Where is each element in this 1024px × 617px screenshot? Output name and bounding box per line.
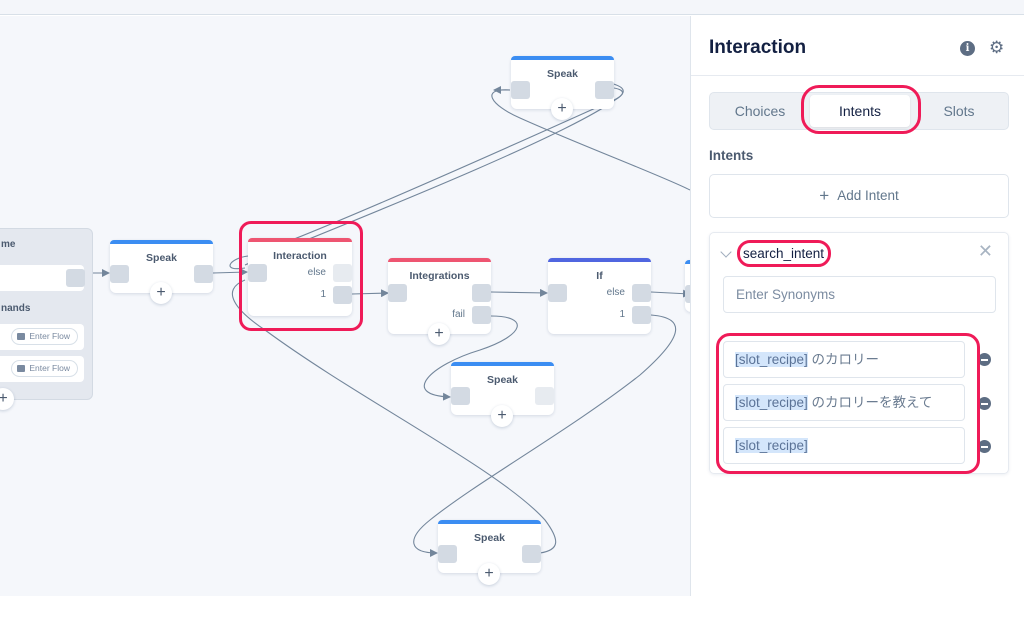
intent-card: search_intent ✕ [slot_recipe] のカロリー [slo… [709,232,1009,474]
add-step-button[interactable]: + [478,563,500,585]
port-label-1: 1 [619,309,625,320]
add-step-button[interactable]: + [428,323,450,345]
info-icon[interactable]: i [960,41,975,56]
input-port[interactable] [548,284,567,302]
node-title: Speak [146,252,177,264]
intent-name[interactable]: search_intent [743,246,824,261]
output-port-else[interactable] [632,284,651,302]
utterance-input[interactable]: [slot_recipe] [723,427,965,464]
tab-intents[interactable]: Intents [810,95,910,127]
port-label-else: else [307,267,326,278]
link-if-1-to-speak-bottom [413,314,677,557]
command-row: Enter Flow [0,324,84,350]
add-step-button[interactable]: + [491,405,513,427]
utterance-text: のカロリー [807,352,880,367]
input-port[interactable] [451,387,470,405]
node-title: Speak [487,374,518,386]
tab-slots[interactable]: Slots [910,93,1008,129]
flow-icon [17,333,26,340]
port-label-fail: fail [452,309,465,320]
start-block[interactable]: me nands Enter Flow Enter Flow [0,228,93,400]
tab-bar: Choices Intents Slots [709,92,1009,130]
output-port[interactable] [194,265,213,283]
output-port-fail[interactable] [472,306,491,324]
output-port[interactable] [595,81,614,99]
remove-utterance-icon[interactable] [978,397,991,410]
port-label-1: 1 [320,289,326,300]
link-speak-to-interaction [212,268,248,277]
commands-section-label: nands [1,303,31,314]
gear-icon[interactable]: ⚙ [989,39,1006,56]
add-step-button[interactable]: + [150,282,172,304]
synonyms-input[interactable] [723,276,996,313]
input-port[interactable] [388,284,407,302]
tab-choices[interactable]: Choices [710,93,810,129]
start-row [0,265,85,291]
output-port-success[interactable] [472,284,491,302]
node-title: Interaction [273,250,327,262]
input-port[interactable] [248,264,267,282]
slot-tag: [slot_recipe] [735,395,808,410]
node-title: Speak [547,68,578,80]
command-row: Enter Flow [0,356,84,382]
link-interaction-to-integrations [351,289,389,298]
output-port[interactable] [535,387,554,405]
interaction-editor-panel: Interaction i ⚙ Choices Intents Slots In… [690,16,1024,596]
start-section-label: me [1,239,16,250]
node-color-bar [110,240,213,244]
remove-utterance-icon[interactable] [978,440,991,453]
plus-icon: + [819,186,830,205]
slot-tag: [slot_recipe] [735,438,808,453]
intents-section-label: Intents [709,148,754,163]
enter-flow-button[interactable]: Enter Flow [11,360,78,377]
flow-canvas[interactable]: me nands Enter Flow Enter Flow + Speak +… [0,16,690,596]
node-color-bar [438,520,541,524]
node-color-bar [451,362,554,366]
node-color-bar [388,258,491,262]
output-port-1[interactable] [333,286,352,304]
slot-tag: [slot_recipe] [735,352,808,367]
top-bar [0,0,1024,15]
output-port-else[interactable] [333,264,352,282]
utterance-text: のカロリーを教えて [807,395,933,410]
utterance-input[interactable]: [slot_recipe] のカロリー [723,341,965,378]
port-label-else: else [606,287,625,298]
if-node[interactable]: If else 1 [548,258,651,334]
chevron-down-icon[interactable] [720,246,732,258]
input-port[interactable] [110,265,129,283]
start-output-port[interactable] [66,269,85,287]
add-step-button[interactable]: + [551,98,573,120]
link-integrations-to-if [490,288,548,297]
node-color-bar [248,238,352,242]
node-title: Speak [474,532,505,544]
node-title: Integrations [409,270,470,282]
remove-utterance-icon[interactable] [978,353,991,366]
node-color-bar [511,56,614,60]
node-color-bar [548,258,651,262]
interaction-node[interactable]: Interaction else 1 [248,238,352,316]
input-port[interactable] [511,81,530,99]
panel-title: Interaction [709,37,807,58]
flow-icon [17,365,26,372]
enter-flow-button[interactable]: Enter Flow [11,328,78,345]
utterance-input[interactable]: [slot_recipe] のカロリーを教えて [723,384,965,421]
add-intent-button[interactable]: + Add Intent [709,174,1009,218]
close-icon[interactable]: ✕ [978,241,993,262]
node-title: If [596,270,603,282]
panel-header: Interaction i ⚙ [691,16,1024,76]
output-port[interactable] [522,545,541,563]
input-port[interactable] [438,545,457,563]
output-port-1[interactable] [632,306,651,324]
